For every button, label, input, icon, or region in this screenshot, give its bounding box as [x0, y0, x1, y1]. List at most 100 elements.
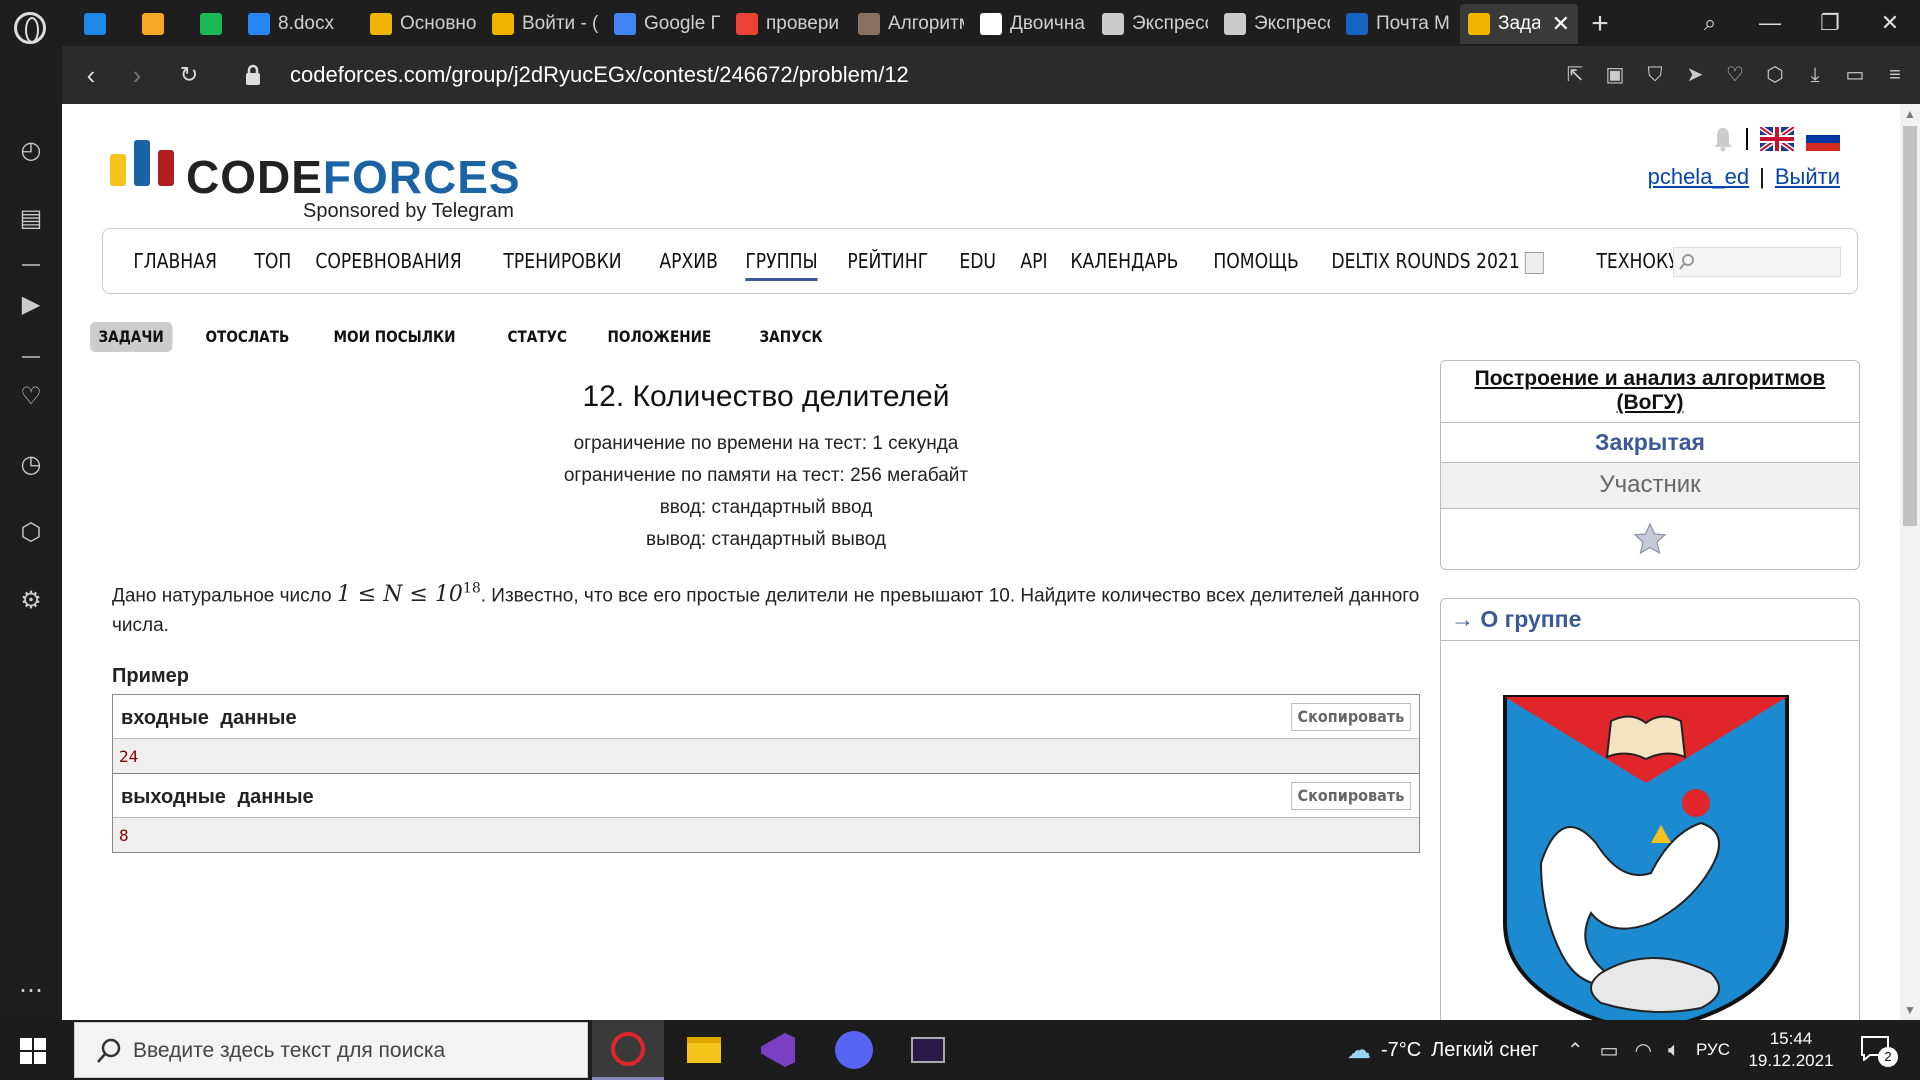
tab-title: Основно [400, 13, 476, 34]
menu-item[interactable]: ПОМОЩЬ [1203, 247, 1309, 279]
cube-icon[interactable]: ⬡ [1764, 60, 1786, 90]
page-scrollbar[interactable]: ▲ ▼ [1900, 104, 1920, 1020]
codeforces-icon [1468, 13, 1490, 35]
sidebar-divider [22, 356, 40, 358]
restore-button[interactable]: ❐ [1800, 0, 1860, 46]
easy-setup-icon[interactable]: ≡ [1884, 60, 1906, 90]
browser-tab[interactable]: Экспресс [1094, 4, 1216, 44]
menu-item[interactable]: EDU [949, 247, 1006, 279]
player-icon[interactable]: ▶ [16, 290, 46, 320]
minimize-button[interactable]: — [1740, 0, 1800, 46]
menu-item[interactable]: КАЛЕНДАРЬ [1060, 247, 1189, 279]
site-search-input[interactable] [1673, 247, 1841, 277]
download-icon[interactable]: ⤓ [1804, 60, 1826, 90]
browser-tab[interactable]: Почта М [1338, 4, 1460, 44]
battery-icon[interactable]: ▭ [1600, 1038, 1619, 1063]
terminal-taskbar-app[interactable] [892, 1020, 964, 1080]
menu-item[interactable]: РЕЙТИНГ [837, 247, 939, 279]
scroll-down-arrow[interactable]: ▼ [1900, 1000, 1920, 1020]
camera-icon[interactable]: ▣ [1604, 60, 1626, 90]
language-switcher [1712, 126, 1840, 152]
scrollbar-thumb[interactable] [1903, 126, 1917, 526]
sample-output: выходные данные Скопировать 8 [113, 773, 1419, 853]
chevron-up-icon[interactable]: ⌃ [1567, 1038, 1584, 1063]
menu-item[interactable]: DELTIX ROUNDS 2021 [1321, 247, 1554, 279]
browser-tab[interactable] [182, 4, 240, 44]
close-window-button[interactable]: ✕ [1860, 0, 1920, 46]
forward-button[interactable]: › [122, 60, 152, 90]
taskbar-search-input[interactable]: Введите здесь текст для поиска [74, 1022, 588, 1078]
scroll-up-arrow[interactable]: ▲ [1900, 104, 1920, 124]
menu-item[interactable]: ГРУППЫ [735, 247, 828, 281]
explorer-taskbar-app[interactable] [668, 1020, 740, 1080]
submenu-item[interactable]: ЗАПУСК [751, 322, 831, 352]
url-text[interactable]: codeforces.com/group/j2dRyucEGx/contest/… [290, 60, 909, 90]
battery-icon[interactable]: ▭ [1844, 60, 1866, 90]
algo-icon [858, 13, 880, 35]
settings-gear-icon[interactable]: ⚙ [16, 586, 46, 616]
more-dots-icon[interactable]: ⋯ [16, 976, 46, 1006]
contest-name-link[interactable]: Построение и анализ алгоритмов (ВоГУ) [1441, 361, 1859, 423]
copy-input-button[interactable]: Скопировать [1291, 703, 1411, 732]
browser-tab[interactable] [66, 4, 124, 44]
browser-tab[interactable]: Экспресс [1216, 4, 1338, 44]
browser-tab[interactable]: 8.docx [240, 4, 362, 44]
browser-tab[interactable]: Войти - ( [484, 4, 606, 44]
browser-tab[interactable]: Основно [362, 4, 484, 44]
menu-item[interactable]: ГЛАВНАЯ [123, 247, 227, 279]
submenu-item[interactable]: ОТОСЛАТЬ [197, 322, 298, 352]
heart-icon[interactable]: ♡ [16, 382, 46, 412]
bookmark-heart-icon[interactable]: ♡ [1724, 60, 1746, 90]
notification-center[interactable]: 2 [1860, 1035, 1898, 1067]
logout-link[interactable]: Выйти [1775, 164, 1840, 190]
logo-sponsor: Sponsored by Telegram [303, 200, 514, 222]
browser-tab-strip: 8.docx Основно Войти - (Google Г провери Алг… [0, 0, 1920, 46]
favourite-star[interactable] [1441, 509, 1859, 569]
english-flag-icon[interactable] [1760, 127, 1794, 151]
bell-icon[interactable] [1712, 126, 1734, 152]
copy-output-button[interactable]: Скопировать [1291, 782, 1411, 811]
tab-search-icon[interactable]: ⌕ [1680, 0, 1740, 46]
new-tab-button[interactable]: + [1578, 4, 1622, 44]
speed-dial-icon[interactable]: ◴ [16, 136, 46, 166]
menu-item[interactable]: АРХИВ [649, 247, 728, 279]
weather-widget[interactable]: ☁ -7°C Легкий снег [1347, 1036, 1539, 1065]
history-icon[interactable]: ◷ [16, 450, 46, 480]
submenu-item[interactable]: ПОЛОЖЕНИЕ [599, 322, 720, 352]
send-icon[interactable]: ➤ [1684, 60, 1706, 90]
menu-item[interactable]: ТРЕНИРОВКИ [493, 247, 632, 279]
volume-icon[interactable]: 🔈︎ [1668, 1039, 1680, 1062]
share-icon[interactable]: ⇱ [1564, 60, 1586, 90]
russian-flag-icon[interactable] [1806, 127, 1840, 151]
opera-taskbar-app[interactable] [592, 1020, 664, 1080]
visual-studio-taskbar-app[interactable] [742, 1020, 814, 1080]
clock[interactable]: 15:44 19.12.2021 [1746, 1028, 1836, 1072]
menu-item[interactable]: API [1010, 247, 1058, 279]
menu-item[interactable]: СОРЕВНОВАНИЯ [305, 247, 472, 279]
submenu-item[interactable]: МОИ ПОСЫЛКИ [325, 322, 464, 352]
back-button[interactable]: ‹ [76, 60, 106, 90]
windows-start-icon[interactable] [20, 1038, 46, 1064]
sample-input: входные данные Скопировать 24 [113, 695, 1419, 774]
browser-tab[interactable] [124, 4, 182, 44]
input-language[interactable]: РУС [1696, 1040, 1730, 1060]
discord-taskbar-app[interactable] [818, 1020, 890, 1080]
username-link[interactable]: pchela_ed [1648, 164, 1750, 190]
menu-item[interactable]: ТОП [244, 247, 302, 279]
browser-tab[interactable]: Двоична [972, 4, 1094, 44]
briefcase-icon[interactable]: ▤ [16, 204, 46, 234]
about-group-link[interactable]: → О группе [1441, 599, 1859, 641]
browser-tab[interactable]: Google Г [606, 4, 728, 44]
browser-tab[interactable]: Задач ✕ [1460, 4, 1578, 44]
reload-button[interactable]: ↻ [174, 60, 204, 90]
submenu-item[interactable]: ЗАДАЧИ [90, 322, 173, 352]
browser-tab[interactable]: Алгоритм [850, 4, 972, 44]
shield-icon[interactable]: ⛉ [1644, 60, 1666, 90]
submenu-item[interactable]: СТАТУС [499, 322, 576, 352]
browser-tab[interactable]: провери [728, 4, 850, 44]
user-links: pchela_ed | Выйти [1648, 164, 1840, 190]
close-tab-icon[interactable]: ✕ [1552, 11, 1570, 37]
wifi-icon[interactable]: ◠ [1635, 1038, 1652, 1063]
opera-menu-icon[interactable] [14, 12, 46, 44]
extensions-cube-icon[interactable]: ⬡ [16, 518, 46, 548]
